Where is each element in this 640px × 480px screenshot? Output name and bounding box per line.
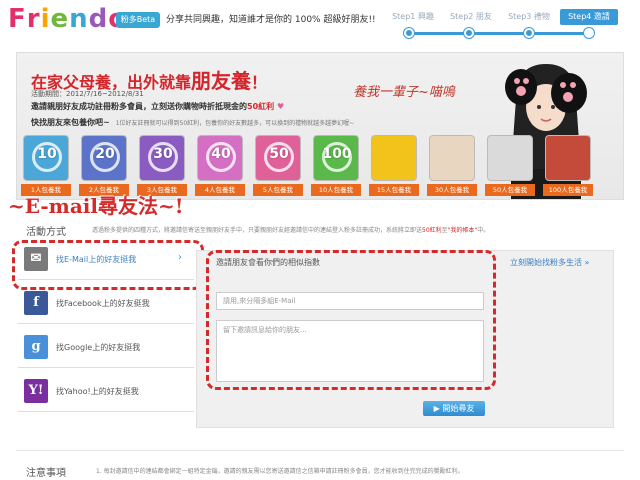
page: Friendo 粉多Beta 分享共同興趣，知道誰才是你的 100% 超級好朋友… — [0, 0, 640, 480]
reward-tier-label: 10人包養我 — [311, 184, 361, 196]
reward-tier-label: 50人包養我 — [485, 184, 535, 196]
speech-bubble: 養我一輩子~喵嗚 — [353, 85, 455, 100]
reward-tier-label: 4人包養我 — [195, 184, 245, 196]
sidebar-item-google[interactable]: g 找Google上的好友挺我 — [18, 328, 194, 368]
banner-title-suffix: ！ — [251, 73, 268, 92]
reward-tier: 40 4人包養我 — [195, 135, 245, 199]
reward-card: 10 — [23, 135, 69, 181]
highlight-invite-form — [206, 250, 496, 390]
step-dot-2 — [464, 28, 474, 38]
reward-card: 100 — [313, 135, 359, 181]
reward-tier: 50人包養我 — [485, 135, 535, 199]
yahoo-icon: Y! — [24, 379, 48, 403]
reward-tier-label: 15人包養我 — [369, 184, 419, 196]
site-header: Friendo 粉多Beta 分享共同興趣，知道誰才是你的 100% 超級好朋友… — [0, 0, 640, 46]
notes-label: 注意事項 — [26, 468, 66, 479]
beta-badge: 粉多Beta — [116, 12, 160, 28]
reward-tier: 15人包養我 — [369, 135, 419, 199]
step-progress: Step1 興趣 Step2 朋友 Step3 禮物 Step4 邀請 — [384, 9, 634, 39]
facebook-icon: f — [24, 291, 48, 315]
banner-subtitle-2-small: 1位好友註冊就可以得到50紅利，包養你的好友數越多，可以換到的禮物就越多越夢幻喔… — [115, 120, 355, 127]
logo-letter: n — [69, 4, 89, 34]
activity-desc-suffix: 中。 — [477, 227, 490, 234]
activity-desc-prefix: 透過粉多提供的四種方式，將邀請信寄送至親朋好友手中，只要親朋好友經邀請信中的連結… — [92, 227, 423, 234]
banner-subtitle-2: 快找朋友來包養你吧~ 1位好友註冊就可以得到50紅利，包養你的好友數越多，可以換到… — [31, 117, 354, 128]
reward-card — [545, 135, 591, 181]
logo-letter: d — [88, 4, 109, 34]
reward-amount: 10 — [37, 146, 57, 162]
step-3: Step3 禮物 — [508, 12, 550, 21]
activity-desc-highlight: 50紅利 — [422, 227, 442, 234]
step-dot-4 — [584, 28, 594, 38]
promo-banner: 在家父母養，出外就靠朋友養！ 活動期間：2012/7/16~2012/8/31 … — [16, 52, 624, 200]
banner-subtitle-prefix: 邀請親朋好友成功註冊粉多會員，立刻送你購物時折抵現金的 — [31, 102, 247, 111]
reward-amount: 100 — [322, 146, 352, 162]
logo-letter: F — [8, 4, 27, 34]
activity-desc-highlight-2: "我的帳本" — [447, 227, 478, 234]
logo-letter: i — [40, 4, 51, 34]
step-dot-3 — [524, 28, 534, 38]
step-line — [406, 32, 592, 35]
banner-title-highlight: 朋友養 — [191, 69, 252, 93]
step-4: Step4 邀請 — [560, 9, 618, 25]
reward-card — [429, 135, 475, 181]
step-2: Step2 朋友 — [450, 12, 492, 21]
play-icon: ▶ — [433, 404, 440, 413]
sidebar-item-label: 找Yahoo!上的好友挺我 — [56, 387, 139, 396]
reward-card — [371, 135, 417, 181]
friendo-logo[interactable]: Friendo — [8, 4, 127, 34]
reward-tier: 30人包養我 — [427, 135, 477, 199]
logo-letter: e — [50, 4, 70, 34]
reward-amount: 20 — [95, 146, 115, 162]
reward-tier: 100人包養我 — [543, 135, 593, 199]
site-slogan: 分享共同興趣，知道誰才是你的 100% 超級好朋友!! — [166, 15, 376, 25]
activity-description: 透過粉多提供的四種方式，將邀請信寄送至親朋好友手中，只要親朋好友經邀請信中的連結… — [92, 225, 489, 234]
reward-tier-label: 30人包養我 — [427, 184, 477, 196]
banner-subtitle-highlight: 50紅利 — [247, 102, 275, 111]
reward-card — [487, 135, 533, 181]
reward-amount: 40 — [211, 146, 231, 162]
banner-subtitle-2-text: 快找朋友來包養你吧~ — [31, 118, 110, 127]
reward-tier: 100 10人包養我 — [311, 135, 361, 199]
highlight-email-method — [12, 240, 204, 290]
step-dot-1 — [404, 28, 414, 38]
start-find-label: 開始尋友 — [442, 404, 475, 413]
email-method-annotation: ~E-mail尋友法~! — [8, 194, 184, 218]
notes-text: 1. 每封邀請信中的連結都會綁定一組特定金鑰，邀請的親友需以您寄送邀請信之信箱申… — [96, 468, 464, 475]
reward-tier: 50 5人包養我 — [253, 135, 303, 199]
sidebar-item-label: 找Facebook上的好友挺我 — [56, 299, 150, 308]
banner-subtitle: 邀請親朋好友成功註冊粉多會員，立刻送你購物時折抵現金的50紅利 ♥ — [31, 101, 284, 112]
reward-card: 30 — [139, 135, 185, 181]
sidebar-item-yahoo[interactable]: Y! 找Yahoo!上的好友挺我 — [18, 372, 194, 412]
reward-tier-label: 100人包養我 — [543, 184, 593, 196]
reward-card: 40 — [197, 135, 243, 181]
reward-amount: 50 — [269, 146, 289, 162]
logo-letter: r — [26, 4, 41, 34]
google-icon: g — [24, 335, 48, 359]
start-finding-link[interactable]: 立刻開始找粉多生活 » — [510, 257, 589, 268]
reward-card: 50 — [255, 135, 301, 181]
reward-card: 20 — [81, 135, 127, 181]
activity-label: 活動方式 — [26, 227, 66, 238]
section-divider — [16, 450, 624, 451]
start-find-button[interactable]: ▶ 開始尋友 — [423, 401, 485, 416]
sidebar-item-label: 找Google上的好友挺我 — [56, 343, 141, 352]
reward-tier-label: 5人包養我 — [253, 184, 303, 196]
heart-icon: ♥ — [276, 102, 285, 111]
reward-amount: 30 — [153, 146, 173, 162]
banner-period: 活動期間：2012/7/16~2012/8/31 — [31, 90, 144, 98]
sidebar-item-facebook[interactable]: f 找Facebook上的好友挺我 — [18, 284, 194, 324]
step-1: Step1 興趣 — [392, 12, 434, 21]
